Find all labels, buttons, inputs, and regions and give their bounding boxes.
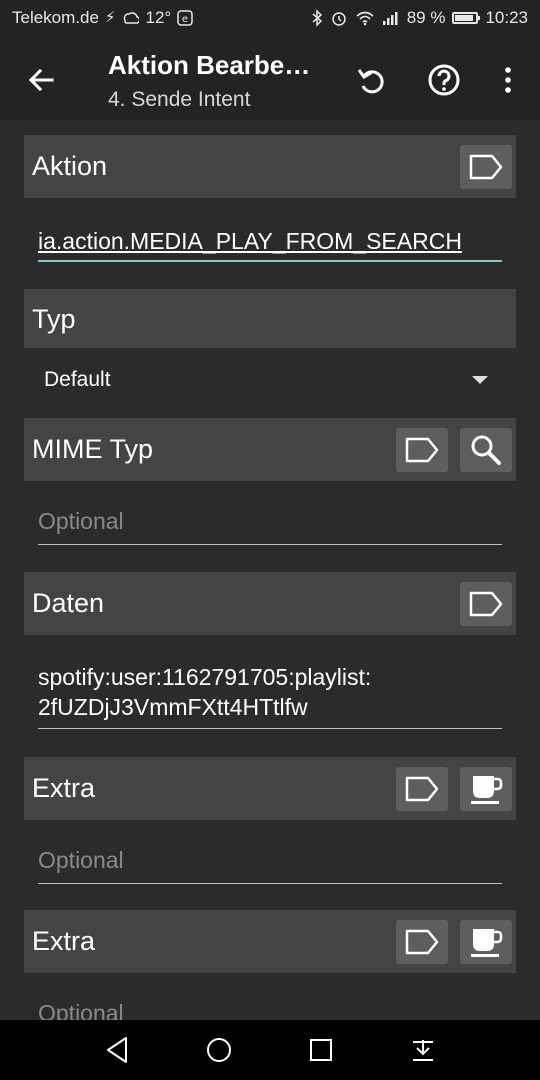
clock: 10:23: [485, 8, 528, 27]
signal-icon: [382, 12, 398, 25]
aktion-input[interactable]: ia.action.MEDIA_PLAY_FROM_SEARCH: [38, 226, 502, 262]
extra-1-label: Extra: [32, 773, 96, 803]
wifi-icon: [356, 11, 374, 26]
mime-variable-button[interactable]: [396, 428, 448, 472]
weather-icon: [124, 12, 140, 24]
mime-input[interactable]: Optional: [38, 508, 502, 545]
svg-text:e: e: [182, 14, 188, 25]
daten-label: Daten: [32, 588, 105, 618]
battery-percent: 89 %: [406, 8, 446, 27]
app-bar: Aktion Bearbe… 4. Sende Intent: [0, 36, 540, 120]
daten-value-line1: spotify:user:1162791705:playlist:: [38, 664, 372, 690]
page-subtitle: 4. Sende Intent: [108, 88, 251, 111]
aktion-value: ia.action.MEDIA_PLAY_FROM_SEARCH: [38, 228, 462, 254]
aktion-label: Aktion: [32, 151, 108, 181]
content-area[interactable]: Aktion ia.action.MEDIA_PLAY_FROM_SEARCH …: [0, 120, 540, 1020]
undo-icon[interactable]: [352, 60, 392, 100]
section-daten: Daten: [24, 572, 516, 635]
label-tag-icon: [405, 929, 439, 955]
label-tag-icon: [405, 437, 439, 463]
aktion-variable-button[interactable]: [460, 145, 512, 189]
daten-input[interactable]: spotify:user:1162791705:playlist: 2fUZDj…: [38, 662, 502, 729]
alarm-icon: [331, 12, 346, 26]
section-aktion: Aktion: [24, 135, 516, 198]
nav-notifications-icon[interactable]: [407, 1034, 439, 1066]
app-notification-icon: e: [177, 10, 193, 26]
help-icon[interactable]: [424, 60, 464, 100]
extra-2-java-button[interactable]: [460, 920, 512, 964]
typ-spinner[interactable]: Default: [24, 356, 516, 404]
temperature-label: 12°: [145, 8, 172, 27]
nav-home-icon[interactable]: [203, 1034, 235, 1066]
mime-label: MIME Typ: [32, 434, 154, 464]
page-title: Aktion Bearbe…: [108, 50, 311, 80]
daten-value-line2: 2fUZDjJ3VmmFXtt4HTtlfw: [38, 694, 308, 720]
extra-1-java-button[interactable]: [460, 767, 512, 811]
flash-icon: ⚡: [104, 9, 116, 26]
extra-1-variable-button[interactable]: [396, 767, 448, 811]
extra-2-input[interactable]: Optional: [38, 1000, 502, 1020]
daten-variable-button[interactable]: [460, 582, 512, 626]
status-bar: Telekom.de ⚡ 12° e 89 % 10:23: [0, 0, 540, 36]
extra-1-input[interactable]: Optional: [38, 847, 502, 884]
nav-back-icon[interactable]: [102, 1034, 134, 1066]
search-icon: [471, 435, 501, 465]
back-arrow-icon[interactable]: [22, 60, 62, 100]
extra-2-label: Extra: [32, 926, 96, 956]
system-nav-bar: [0, 1020, 540, 1080]
typ-selected-value: Default: [44, 368, 111, 391]
label-tag-icon: [469, 591, 503, 617]
mime-underline: [38, 544, 502, 545]
label-tag-icon: [469, 154, 503, 180]
coffee-cup-icon: [471, 776, 503, 804]
more-vert-icon[interactable]: [488, 60, 528, 100]
extra-2-placeholder: Optional: [38, 1000, 124, 1020]
dropdown-arrow-icon: [472, 376, 488, 384]
nav-recents-icon[interactable]: [305, 1034, 337, 1066]
mime-placeholder: Optional: [38, 508, 124, 534]
mime-search-button[interactable]: [460, 428, 512, 472]
battery-icon: [452, 12, 481, 24]
section-mime: MIME Typ: [24, 418, 516, 481]
section-extra-2: Extra: [24, 910, 516, 973]
coffee-cup-icon: [471, 929, 503, 957]
daten-underline: [38, 728, 502, 729]
extra-1-placeholder: Optional: [38, 847, 124, 873]
extra-1-underline: [38, 883, 502, 884]
typ-label: Typ: [32, 304, 76, 334]
aktion-underline: [38, 260, 502, 262]
label-tag-icon: [405, 776, 439, 802]
section-extra-1: Extra: [24, 757, 516, 820]
extra-2-variable-button[interactable]: [396, 920, 448, 964]
section-typ: Typ: [24, 289, 516, 348]
bluetooth-icon: [312, 9, 322, 27]
carrier-label: Telekom.de: [12, 8, 99, 27]
battery-fill: [455, 15, 474, 21]
